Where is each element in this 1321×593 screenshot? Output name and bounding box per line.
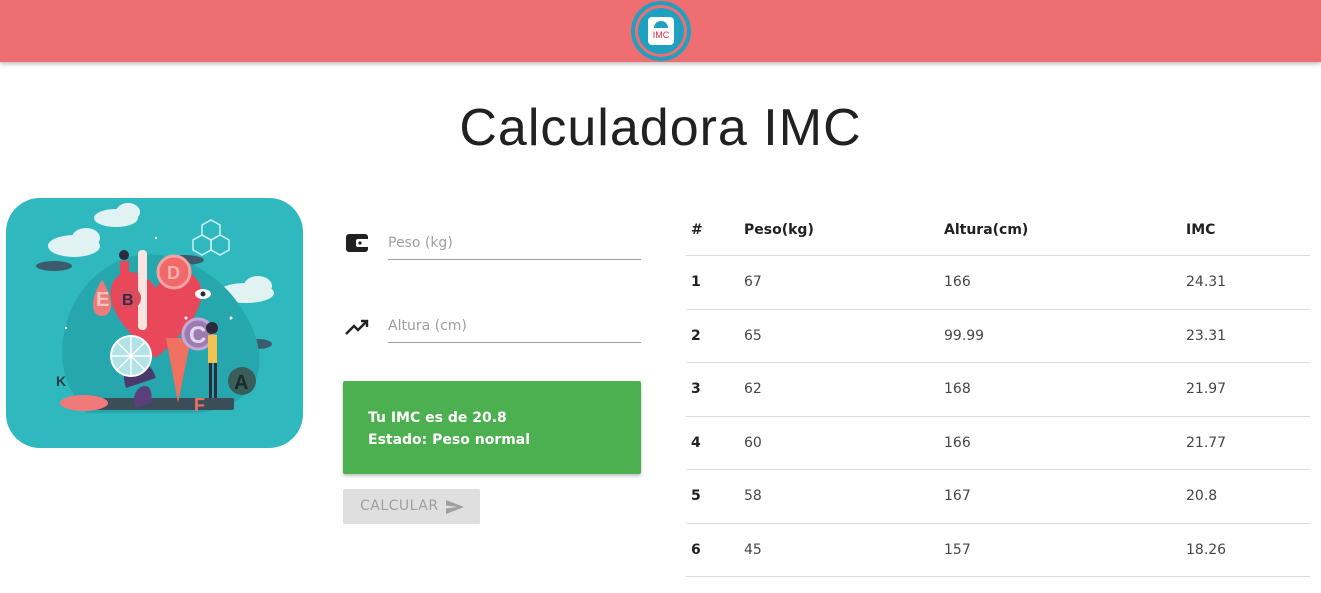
weight-input[interactable] bbox=[388, 226, 641, 260]
svg-text:C: C bbox=[189, 322, 206, 349]
row-height: 167 bbox=[944, 488, 971, 504]
row-imc: 24.31 bbox=[1186, 274, 1227, 290]
header-height: Altura(cm) bbox=[944, 222, 1029, 238]
header-imc: IMC bbox=[1186, 222, 1216, 238]
svg-text:B: B bbox=[122, 292, 134, 309]
row-weight: 58 bbox=[744, 488, 762, 504]
result-imc-text: Tu IMC es de 20.8 bbox=[368, 410, 507, 426]
calculate-button[interactable]: CALCULAR bbox=[343, 489, 480, 524]
row-imc: 21.97 bbox=[1186, 381, 1227, 397]
table-row: 3 62 168 21.97 bbox=[686, 363, 1310, 417]
height-field bbox=[343, 295, 641, 345]
top-app-bar: IMC bbox=[0, 0, 1321, 62]
bmi-history-table: # Peso(kg) Altura(cm) IMC 1 67 166 24.31… bbox=[686, 205, 1310, 577]
row-index: 5 bbox=[691, 488, 701, 504]
vitamins-illustration: E B D C K A F bbox=[6, 198, 303, 448]
height-input[interactable] bbox=[388, 309, 641, 343]
row-imc: 21.77 bbox=[1186, 434, 1227, 451]
row-index: 4 bbox=[691, 434, 701, 451]
row-weight: 62 bbox=[744, 381, 762, 397]
calculate-label: CALCULAR bbox=[360, 498, 439, 514]
trending-up-icon bbox=[345, 319, 369, 335]
row-height: 99.99 bbox=[944, 327, 985, 344]
row-height: 166 bbox=[944, 434, 971, 451]
weight-field bbox=[343, 212, 641, 262]
svg-text:D: D bbox=[167, 263, 180, 283]
row-index: 3 bbox=[691, 381, 701, 397]
row-weight: 67 bbox=[744, 274, 762, 290]
result-status-text: Estado: Peso normal bbox=[368, 432, 531, 448]
row-imc: 23.31 bbox=[1186, 327, 1227, 344]
row-weight: 60 bbox=[744, 434, 762, 451]
row-weight: 45 bbox=[744, 541, 762, 558]
svg-text:K: K bbox=[56, 373, 66, 389]
row-index: 2 bbox=[691, 327, 701, 344]
row-height: 166 bbox=[944, 274, 971, 290]
svg-text:F: F bbox=[194, 395, 205, 415]
table-row: 1 67 166 24.31 bbox=[686, 256, 1310, 310]
svg-text:E: E bbox=[96, 289, 109, 311]
table-row: 5 58 167 20.8 bbox=[686, 470, 1310, 524]
row-height: 157 bbox=[944, 541, 971, 558]
logo-text: IMC bbox=[652, 30, 670, 40]
page-title: Calculadora IMC bbox=[459, 99, 862, 157]
illustration-art: E B D C K A F bbox=[36, 203, 274, 415]
header-index: # bbox=[691, 222, 703, 238]
table-header-row: # Peso(kg) Altura(cm) IMC bbox=[686, 205, 1310, 256]
table-row: 2 65 99.99 23.31 bbox=[686, 310, 1310, 363]
table-row: 4 60 166 21.77 bbox=[686, 417, 1310, 470]
app-logo[interactable]: IMC bbox=[631, 1, 691, 61]
scale-icon: IMC bbox=[648, 17, 674, 45]
row-index: 1 bbox=[691, 274, 701, 290]
header-weight: Peso(kg) bbox=[744, 222, 814, 238]
row-imc: 18.26 bbox=[1186, 541, 1227, 558]
row-index: 6 bbox=[691, 541, 701, 558]
row-weight: 65 bbox=[744, 327, 762, 344]
row-height: 168 bbox=[944, 381, 971, 397]
send-icon bbox=[446, 500, 464, 514]
result-card: Tu IMC es de 20.8 Estado: Peso normal bbox=[343, 381, 641, 474]
table-row: 6 45 157 18.26 bbox=[686, 524, 1310, 577]
row-imc: 20.8 bbox=[1186, 488, 1218, 504]
svg-text:A: A bbox=[234, 372, 248, 394]
wallet-icon bbox=[346, 234, 369, 252]
